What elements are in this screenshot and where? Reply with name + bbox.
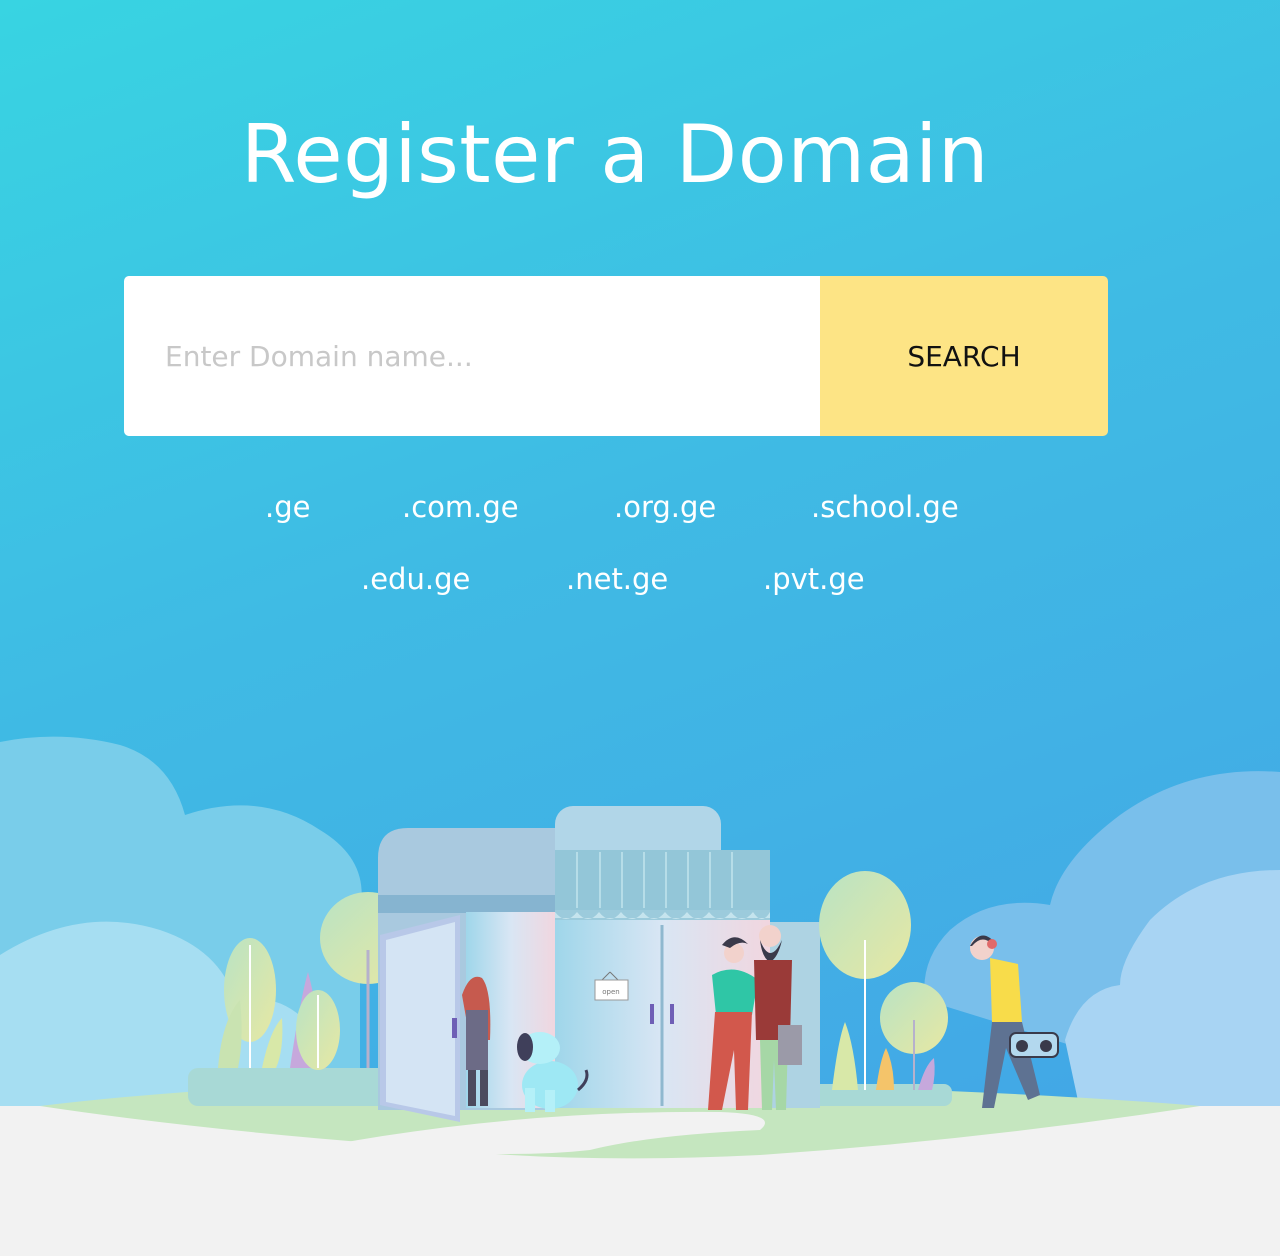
tld-link-pvt-ge[interactable]: .pvt.ge [763,562,865,596]
planter-left [188,1068,388,1106]
page-title: Register a Domain [240,108,990,201]
tld-link-school-ge[interactable]: .school.ge [811,490,959,524]
tld-link-net-ge[interactable]: .net.ge [566,562,668,596]
tld-link-ge[interactable]: .ge [265,490,310,524]
open-sign-text: open [602,988,619,996]
domain-search-input[interactable] [124,276,820,436]
tld-link-edu-ge[interactable]: .edu.ge [361,562,470,596]
open-door [380,915,460,1122]
tld-link-com-ge[interactable]: .com.ge [402,490,519,524]
domain-search-bar: SEARCH [124,276,1108,436]
search-button[interactable]: SEARCH [820,276,1108,436]
tld-link-org-ge[interactable]: .org.ge [614,490,716,524]
storefront-illustration: open [0,736,1280,1256]
